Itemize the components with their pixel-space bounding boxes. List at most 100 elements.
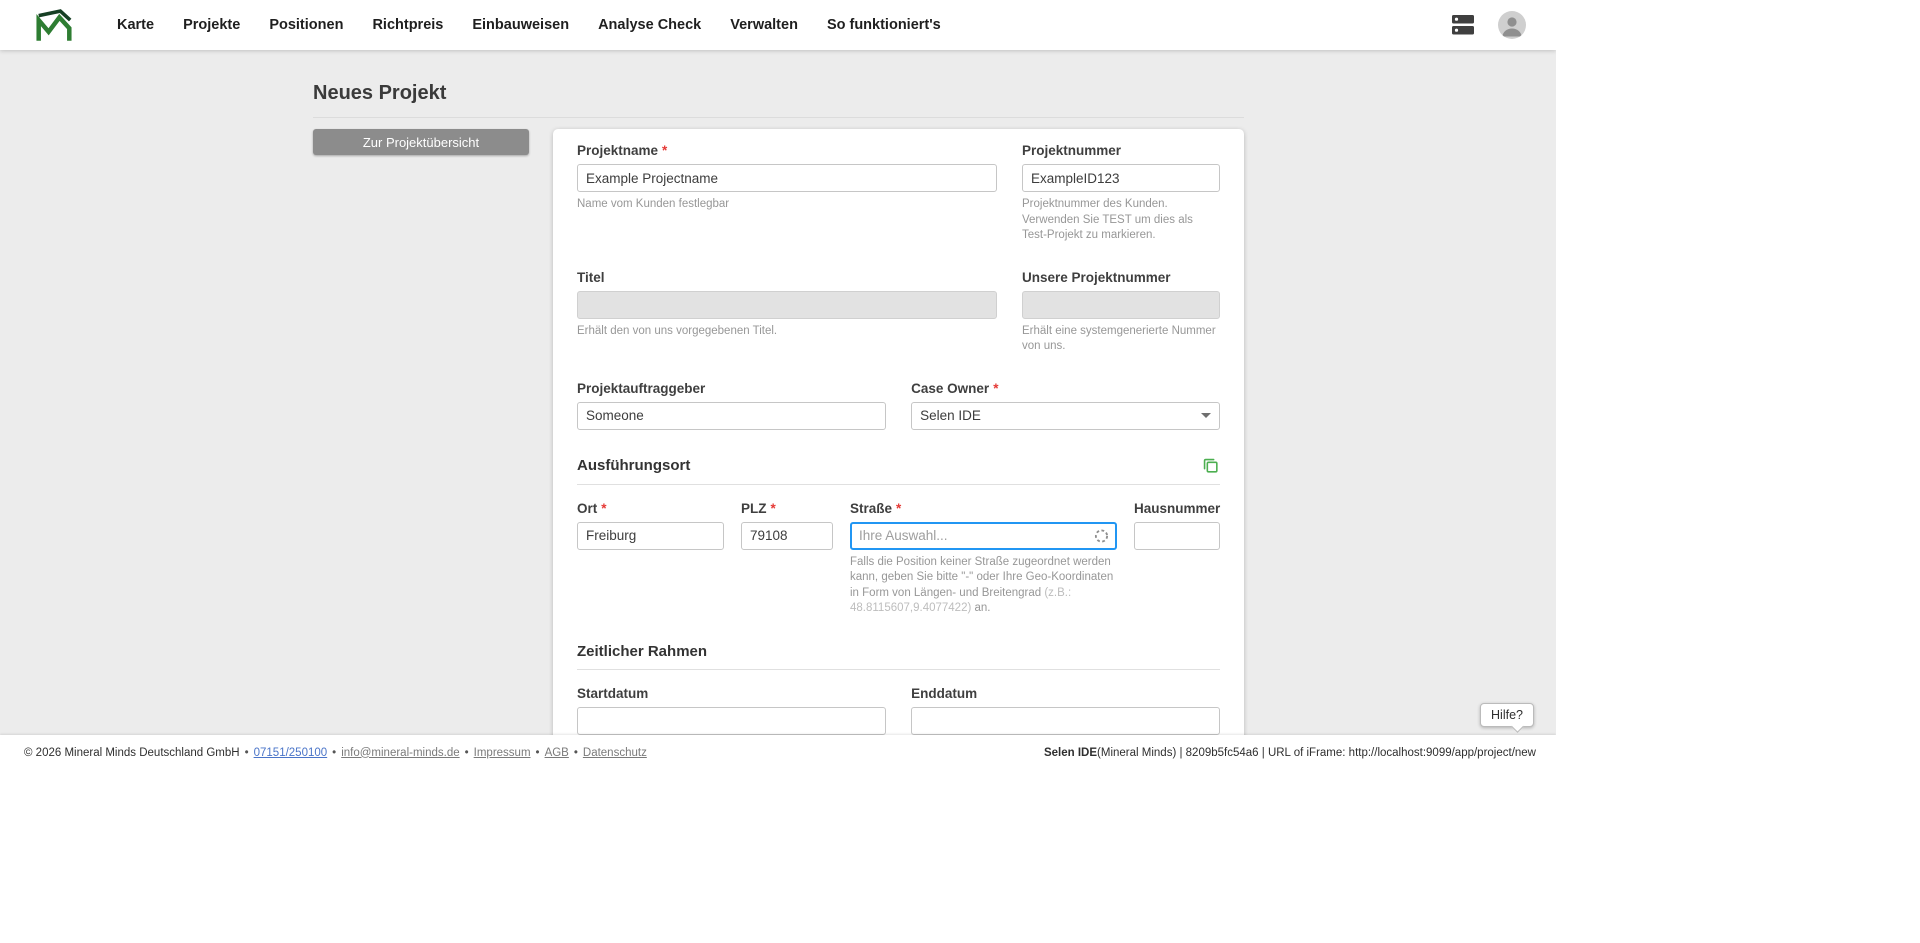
nav-projekte[interactable]: Projekte xyxy=(183,17,240,33)
plz-label: PLZ * xyxy=(741,501,833,516)
projektname-hint: Name vom Kunden festlegbar xyxy=(577,197,997,213)
unsere-projektnummer-hint: Erhält eine systemgenerierte Nummer von … xyxy=(1022,324,1220,355)
footer-separator: • xyxy=(465,747,469,759)
startdatum-label: Startdatum xyxy=(577,686,886,701)
main-nav: Karte Projekte Positionen Richtpreis Ein… xyxy=(117,17,941,33)
projektnummer-hint: Projektnummer des Kunden. Verwenden Sie … xyxy=(1022,197,1220,244)
unsere-projektnummer-label: Unsere Projektnummer xyxy=(1022,270,1220,285)
projektauftraggeber-input[interactable] xyxy=(577,402,886,430)
field-titel: Titel Erhält den von uns vorgegebenen Ti… xyxy=(577,270,997,340)
projektname-label: Projektname * xyxy=(577,143,997,158)
section-zeitlicher-rahmen: Zeitlicher Rahmen xyxy=(577,643,1220,670)
projektname-input[interactable] xyxy=(577,164,997,192)
ausfuehrungsort-heading: Ausführungsort xyxy=(577,457,690,474)
strasse-input[interactable] xyxy=(850,522,1117,550)
enddatum-label: Enddatum xyxy=(911,686,1220,701)
nav-verwalten[interactable]: Verwalten xyxy=(730,17,798,33)
footer-impressum-link[interactable]: Impressum xyxy=(474,747,531,759)
footer-separator: • xyxy=(536,747,540,759)
section-ausfuehrungsort: Ausführungsort xyxy=(577,456,1220,485)
field-enddatum: Enddatum xyxy=(911,686,1220,735)
unsere-projektnummer-input xyxy=(1022,291,1220,319)
startdatum-input[interactable] xyxy=(577,707,886,735)
titel-label: Titel xyxy=(577,270,997,285)
projektnummer-label: Projektnummer xyxy=(1022,143,1220,158)
footer-phone-link[interactable]: 07151/250100 xyxy=(254,747,328,759)
copy-icon[interactable] xyxy=(1201,456,1220,475)
projektnummer-input[interactable] xyxy=(1022,164,1220,192)
field-projektnummer: Projektnummer Projektnummer des Kunden. … xyxy=(1022,143,1220,244)
field-ort: Ort* xyxy=(577,501,724,550)
strasse-label: Straße * xyxy=(850,501,1117,516)
main-content: Neues Projekt Zur Projektübersicht Proje… xyxy=(313,50,1244,770)
footer-separator: • xyxy=(332,747,336,759)
nav-richtpreis[interactable]: Richtpreis xyxy=(372,17,443,33)
ort-label: Ort* xyxy=(577,501,724,516)
nav-positionen[interactable]: Positionen xyxy=(269,17,343,33)
footer-separator: • xyxy=(245,747,249,759)
case-owner-selected-value: Selen IDE xyxy=(920,408,981,423)
strasse-hint-main: Falls die Position keiner Straße zugeord… xyxy=(850,556,1113,599)
footer: © 2026 Mineral Minds Deutschland GmbH • … xyxy=(0,735,1556,770)
titel-input xyxy=(577,291,997,319)
field-projektname: Projektname * Name vom Kunden festlegbar xyxy=(577,143,997,213)
ort-label-text: Ort xyxy=(577,501,597,516)
footer-left: © 2026 Mineral Minds Deutschland GmbH • … xyxy=(24,747,647,759)
new-project-form-card: Projektname* Name vom Kunden festlegbar … xyxy=(553,129,1244,759)
nav-so-funktionierts[interactable]: So funktioniert's xyxy=(827,17,941,33)
back-to-project-overview-button[interactable]: Zur Projektübersicht xyxy=(313,129,529,155)
footer-session-info: Selen IDE (Mineral Minds) | 8209b5fc54a6… xyxy=(1044,747,1536,759)
copyright-text: © 2026 Mineral Minds Deutschland GmbH xyxy=(24,747,240,759)
projektauftraggeber-label: Projektauftraggeber xyxy=(577,381,886,396)
case-owner-select[interactable]: Selen IDE xyxy=(911,402,1220,430)
session-user: Selen IDE xyxy=(1044,747,1097,759)
help-button-label: Hilfe? xyxy=(1491,708,1523,722)
ort-input[interactable] xyxy=(577,522,724,550)
required-asterisk: * xyxy=(662,143,667,158)
field-case-owner: Case Owner * Selen IDE xyxy=(911,381,1220,430)
loading-spinner-icon xyxy=(1094,528,1109,543)
server-icon[interactable] xyxy=(1450,14,1476,36)
avatar[interactable] xyxy=(1498,11,1526,39)
session-details: (Mineral Minds) | 8209b5fc54a6 | URL of … xyxy=(1097,747,1536,759)
footer-agb-link[interactable]: AGB xyxy=(545,747,569,759)
hausnummer-label: Hausnummer xyxy=(1134,501,1220,516)
title-divider xyxy=(313,117,1244,118)
projektname-label-text: Projektname xyxy=(577,143,658,158)
nav-karte[interactable]: Karte xyxy=(117,17,154,33)
logo-icon xyxy=(36,9,72,42)
required-asterisk: * xyxy=(993,381,998,396)
strasse-hint: Falls die Position keiner Straße zugeord… xyxy=(850,555,1117,617)
footer-datenschutz-link[interactable]: Datenschutz xyxy=(583,747,647,759)
field-plz: PLZ * xyxy=(741,501,833,550)
field-unsere-projektnummer: Unsere Projektnummer Erhält eine systemg… xyxy=(1022,270,1220,355)
titel-hint: Erhält den von uns vorgegebenen Titel. xyxy=(577,324,997,340)
zeitlicher-rahmen-heading: Zeitlicher Rahmen xyxy=(577,643,707,660)
field-projektauftraggeber: Projektauftraggeber xyxy=(577,381,886,430)
mineral-minds-logo[interactable] xyxy=(36,9,72,42)
case-owner-label: Case Owner * xyxy=(911,381,1220,396)
footer-email-link[interactable]: info@mineral-minds.de xyxy=(341,747,459,759)
field-strasse: Straße * Falls die Position keiner Straße… xyxy=(850,501,1117,617)
help-button[interactable]: Hilfe? xyxy=(1480,703,1534,727)
plz-input[interactable] xyxy=(741,522,833,550)
field-hausnummer: Hausnummer xyxy=(1134,501,1220,550)
case-owner-label-text: Case Owner xyxy=(911,381,989,396)
hausnummer-input[interactable] xyxy=(1134,522,1220,550)
enddatum-input[interactable] xyxy=(911,707,1220,735)
strasse-hint-end: an. xyxy=(971,602,990,614)
footer-separator: • xyxy=(574,747,578,759)
chevron-down-icon xyxy=(1201,413,1211,418)
app-frame: Karte Projekte Positionen Richtpreis Ein… xyxy=(0,0,1556,770)
required-asterisk: * xyxy=(896,501,901,516)
navbar: Karte Projekte Positionen Richtpreis Ein… xyxy=(0,0,1556,50)
nav-einbauweisen[interactable]: Einbauweisen xyxy=(472,17,569,33)
plz-label-text: PLZ xyxy=(741,501,767,516)
left-column: Zur Projektübersicht xyxy=(313,129,529,155)
nav-analyse-check[interactable]: Analyse Check xyxy=(598,17,701,33)
required-asterisk: * xyxy=(771,501,776,516)
right-column: Projektname* Name vom Kunden festlegbar … xyxy=(553,129,1244,770)
page-title: Neues Projekt xyxy=(313,82,1244,105)
strasse-label-text: Straße xyxy=(850,501,892,516)
navbar-right xyxy=(1450,11,1556,39)
